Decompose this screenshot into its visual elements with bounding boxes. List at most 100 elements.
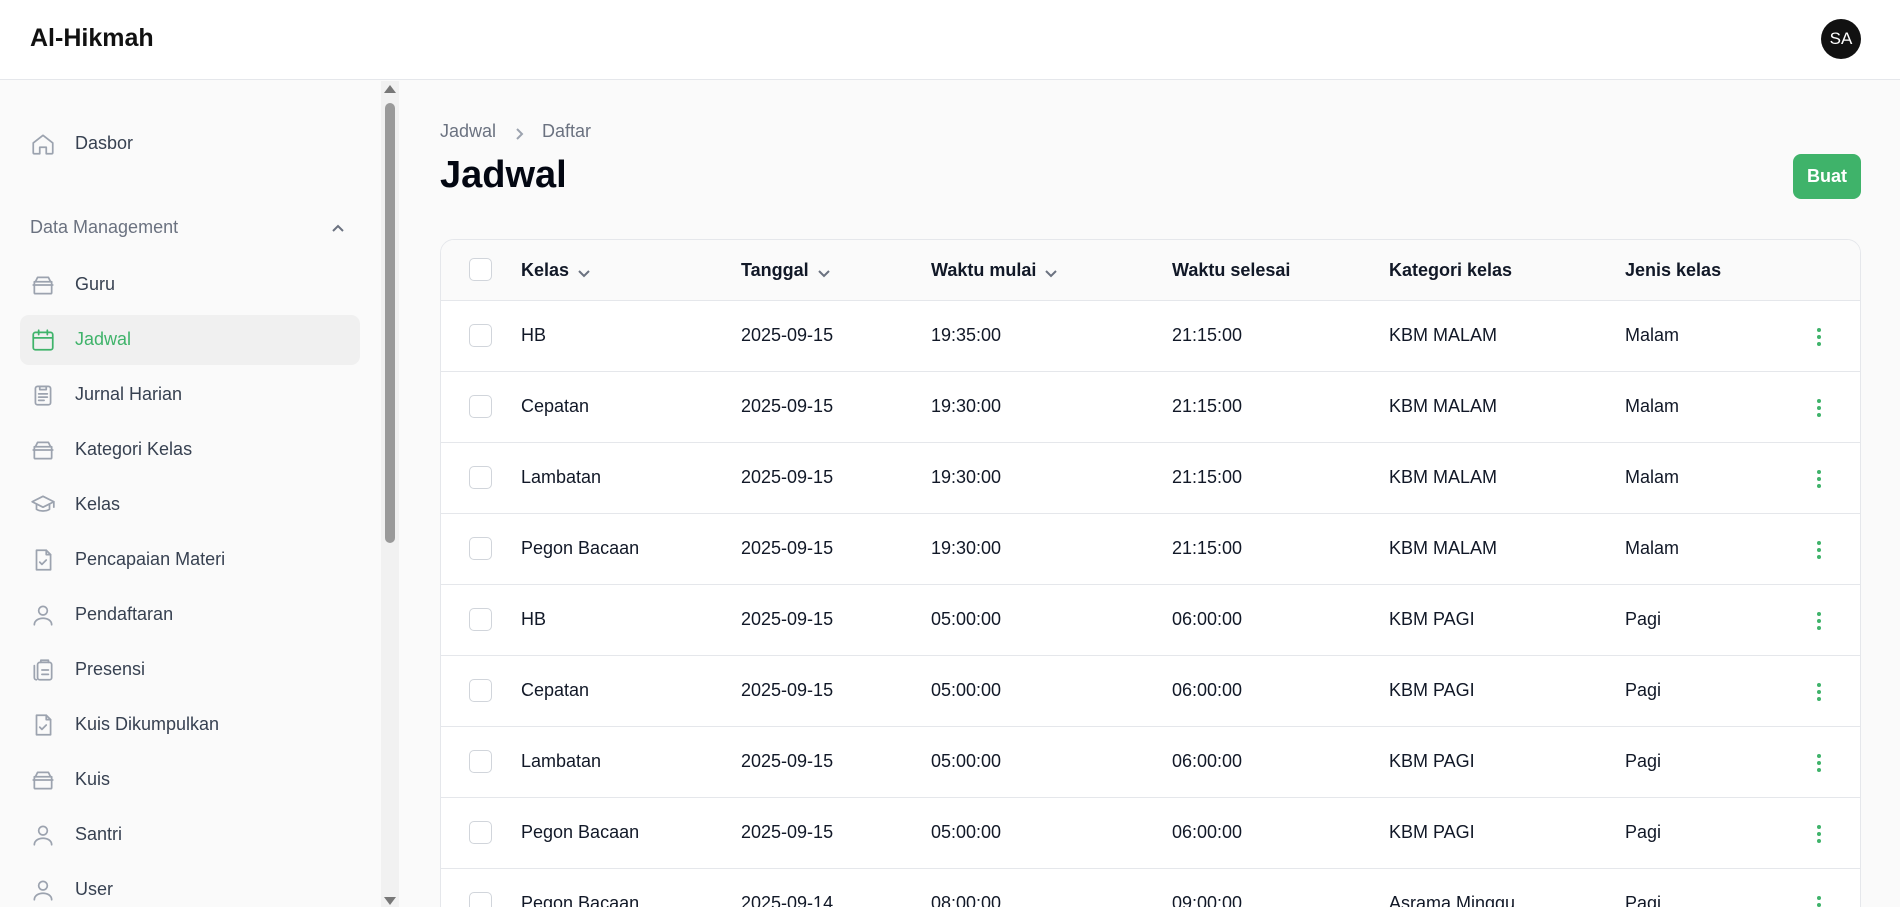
sidebar-item-label: Jurnal Harian — [75, 384, 183, 404]
row-checkbox[interactable] — [469, 537, 492, 560]
more-actions-icon[interactable] — [1807, 609, 1831, 633]
column-header-jenis-kelas: Jenis kelas — [1625, 260, 1721, 281]
table-cell: Pagi — [1625, 609, 1662, 629]
sidebar-item-jadwal[interactable]: Jadwal — [20, 315, 360, 365]
app-title[interactable]: Al-Hikmah — [30, 24, 154, 53]
table-cell: Pegon Bacaan — [521, 822, 640, 842]
more-actions-icon[interactable] — [1807, 751, 1831, 775]
table-row[interactable]: Lambatan 2025-09-15 05:00:00 06:00:00 KBM PA… — [441, 727, 1860, 798]
row-checkbox[interactable] — [469, 324, 492, 347]
sidebar-item-jurnal-harian[interactable]: Jurnal Harian — [20, 370, 360, 420]
column-header-label: Kelas — [521, 260, 570, 280]
more-actions-icon[interactable] — [1807, 325, 1831, 349]
column-header-tanggal[interactable]: Tanggal — [741, 260, 831, 281]
table-cell: Pagi — [1625, 893, 1662, 907]
table-row[interactable]: HB 2025-09-15 05:00:00 06:00:00 KBM PAGI Pagi — [441, 585, 1860, 656]
sidebar-item-santri[interactable]: Santri — [20, 810, 360, 860]
sidebar-item-kelas[interactable]: Kelas — [20, 480, 360, 530]
user-icon — [30, 877, 56, 903]
more-actions-icon[interactable] — [1807, 680, 1831, 704]
sidebar-item-user[interactable]: User — [20, 865, 360, 907]
column-header-label: Waktu selesai — [1172, 260, 1291, 280]
table-row[interactable]: Cepatan 2025-09-15 19:30:00 21:15:00 KBM MAL… — [441, 372, 1860, 443]
sidebar-item-label: User — [75, 879, 114, 899]
chevron-right-icon — [512, 125, 526, 140]
table-cell: Cepatan — [521, 396, 590, 416]
sidebar-group-label: Data Management — [30, 217, 179, 237]
table-cell: Asrama Minggu — [1389, 893, 1516, 907]
sidebar-item-label: Kuis Dikumpulkan — [75, 714, 220, 734]
table-cell: HB — [521, 609, 547, 629]
sidebar-item-pendaftaran[interactable]: Pendaftaran — [20, 590, 360, 640]
box-icon — [30, 272, 56, 298]
column-header-label: Tanggal — [741, 260, 809, 280]
sidebar-item-kuis-dikumpulkan[interactable]: Kuis Dikumpulkan — [20, 700, 360, 750]
table-cell: 21:15:00 — [1172, 467, 1243, 487]
more-actions-icon[interactable] — [1807, 538, 1831, 562]
table-cell: 06:00:00 — [1172, 822, 1243, 842]
sidebar-item-kategori-kelas[interactable]: Kategori Kelas — [20, 425, 360, 475]
table-cell: Cepatan — [521, 680, 590, 700]
scroll-up-arrow-icon[interactable] — [384, 85, 396, 93]
row-checkbox[interactable] — [469, 608, 492, 631]
table-cell: Pagi — [1625, 822, 1662, 842]
more-actions-icon[interactable] — [1807, 822, 1831, 846]
chevron-down-icon[interactable] — [817, 264, 831, 278]
table-row[interactable]: Pegon Bacaan 2025-09-15 05:00:00 06:00:00 KB… — [441, 798, 1860, 869]
column-header-kelas[interactable]: Kelas — [521, 260, 591, 281]
document-check-icon — [30, 547, 56, 573]
clipboard-copy-icon — [30, 657, 56, 683]
scroll-thumb[interactable] — [385, 103, 395, 543]
more-actions-icon[interactable] — [1807, 396, 1831, 420]
sidebar-item-label: Presensi — [75, 659, 146, 679]
chevron-down-icon[interactable] — [1044, 264, 1058, 278]
table-cell: KBM MALAM — [1389, 467, 1498, 487]
sidebar-item-label: Kelas — [75, 494, 121, 514]
clipboard-icon — [30, 382, 56, 408]
chevron-up-icon[interactable] — [330, 221, 346, 237]
more-actions-icon[interactable] — [1807, 893, 1831, 907]
column-header-waktu-mulai[interactable]: Waktu mulai — [931, 260, 1058, 281]
sidebar-item-kuis[interactable]: Kuis — [20, 755, 360, 805]
table-row[interactable]: Cepatan 2025-09-15 05:00:00 06:00:00 KBM PAG… — [441, 656, 1860, 727]
more-actions-icon[interactable] — [1807, 467, 1831, 491]
schedule-table: Kelas Tanggal Waktu mulai Waktu selesai Kate… — [440, 239, 1861, 907]
scroll-down-arrow-icon[interactable] — [384, 897, 396, 905]
sidebar-item-label: Dasbor — [75, 133, 134, 153]
table-cell: 2025-09-15 — [741, 538, 834, 558]
table-cell: 19:35:00 — [931, 325, 1002, 345]
table-row[interactable]: Pegon Bacaan 2025-09-15 19:30:00 21:15:00 KB… — [441, 514, 1860, 585]
top-bar: Al-Hikmah SA — [0, 0, 1900, 80]
table-cell: KBM PAGI — [1389, 751, 1475, 771]
row-checkbox[interactable] — [469, 750, 492, 773]
sidebar-item-dashboard[interactable]: Dasbor — [20, 119, 360, 169]
table-cell: Malam — [1625, 538, 1680, 558]
column-header-label: Kategori kelas — [1389, 260, 1513, 280]
user-icon — [30, 602, 56, 628]
sidebar-item-presensi[interactable]: Presensi — [20, 645, 360, 695]
table-cell: KBM MALAM — [1389, 396, 1498, 416]
table-cell: KBM PAGI — [1389, 609, 1475, 629]
row-checkbox[interactable] — [469, 466, 492, 489]
select-all-checkbox[interactable] — [469, 258, 492, 281]
home-icon — [30, 131, 56, 157]
table-row[interactable]: Lambatan 2025-09-15 19:30:00 21:15:00 KBM MA… — [441, 443, 1860, 514]
sidebar-item-label: Pendaftaran — [75, 604, 174, 624]
row-checkbox[interactable] — [469, 892, 492, 907]
table-cell: 06:00:00 — [1172, 609, 1243, 629]
table-cell: Pagi — [1625, 680, 1662, 700]
table-row[interactable]: HB 2025-09-15 19:35:00 21:15:00 KBM MALAM Mal… — [441, 301, 1860, 372]
sidebar-scrollbar[interactable] — [381, 81, 399, 907]
sidebar-item-guru[interactable]: Guru — [20, 260, 360, 310]
table-cell: 2025-09-15 — [741, 609, 834, 629]
table-row[interactable]: Pegon Bacaan 2025-09-14 08:00:00 09:00:00 As… — [441, 869, 1860, 907]
create-button[interactable]: Buat — [1793, 154, 1861, 199]
user-avatar[interactable]: SA — [1821, 19, 1861, 59]
row-checkbox[interactable] — [469, 679, 492, 702]
row-checkbox[interactable] — [469, 821, 492, 844]
breadcrumb-link-jadwal[interactable]: Jadwal — [440, 121, 496, 142]
chevron-down-icon[interactable] — [577, 264, 591, 278]
table-cell: KBM MALAM — [1389, 325, 1498, 345]
sidebar-item-pencapaian-materi[interactable]: Pencapaian Materi — [20, 535, 360, 585]
row-checkbox[interactable] — [469, 395, 492, 418]
